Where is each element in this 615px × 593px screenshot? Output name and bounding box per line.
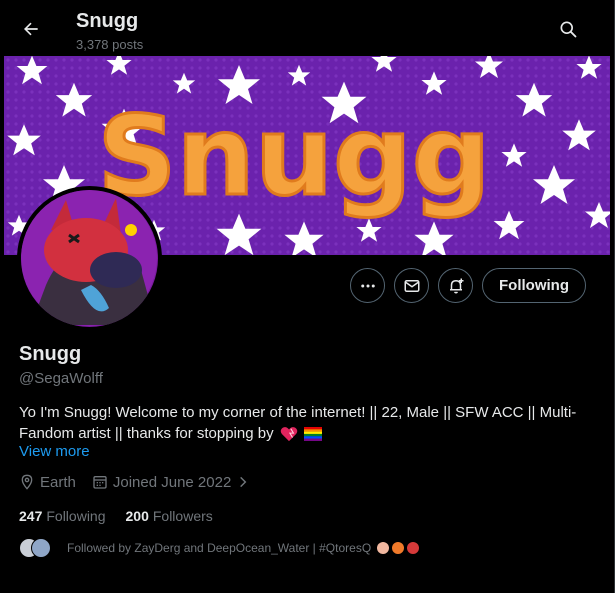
follower-avatar	[31, 538, 51, 558]
followers-count: 200	[125, 508, 149, 524]
profile-meta: Earth Joined June 2022	[19, 472, 266, 492]
display-name: Snugg	[19, 343, 82, 365]
follow-stats: 247 Following 200 Followers	[19, 508, 233, 524]
avatar-artwork	[21, 190, 158, 327]
location: Earth	[19, 474, 76, 491]
followed-by-row[interactable]: Followed by ZayDerg and DeepOcean_Water …	[19, 537, 420, 559]
chevron-right-icon	[240, 476, 247, 488]
mail-icon	[404, 279, 419, 292]
following-stat[interactable]: 247 Following	[19, 508, 106, 524]
followers-stat[interactable]: 200 Followers	[126, 508, 213, 524]
location-pin-icon	[21, 474, 33, 490]
profile-page: Snugg 3,378 posts Snugg Following Snugg …	[0, 0, 615, 593]
handle: @SegaWolff	[19, 370, 103, 387]
post-count: 3,378 posts	[76, 37, 144, 52]
join-date-text: Joined June 2022	[112, 473, 232, 491]
message-button[interactable]	[394, 268, 429, 303]
following-button[interactable]: Following	[482, 268, 586, 303]
calendar-icon	[93, 476, 107, 489]
location-text: Earth	[40, 473, 76, 491]
search-icon	[560, 21, 577, 38]
following-label: Following	[46, 508, 106, 524]
search-button[interactable]	[552, 13, 584, 45]
bio-line-2: Fandom artist || thanks for stopping by	[19, 425, 274, 442]
bio: Yo I'm Snugg! Welcome to my corner of th…	[19, 402, 599, 444]
fox-emoji-icon	[392, 542, 405, 554]
arrow-left-icon	[24, 22, 38, 36]
more-dots-icon	[360, 284, 375, 287]
rainbow-flag-icon	[303, 426, 322, 441]
heart-emoji-icon	[280, 426, 298, 442]
follower-avatars	[19, 537, 59, 559]
followers-label: Followers	[152, 508, 213, 524]
face-emoji-icon	[377, 542, 390, 554]
notify-button[interactable]	[438, 268, 473, 303]
followed-by-text: Followed by ZayDerg and DeepOcean_Water …	[67, 541, 372, 555]
bird-emoji-icon	[407, 542, 420, 554]
header-name: Snugg	[76, 10, 139, 32]
back-button[interactable]	[14, 12, 48, 46]
bio-line-2-wrap: Fandom artist || thanks for stopping by	[19, 423, 599, 444]
view-more-link[interactable]: View more	[19, 443, 90, 460]
bell-plus-icon	[449, 278, 463, 293]
following-count: 247	[19, 508, 43, 524]
followed-by-text-wrap: Followed by ZayDerg and DeepOcean_Water …	[67, 541, 420, 555]
bio-line-1: Yo I'm Snugg! Welcome to my corner of th…	[19, 404, 577, 421]
top-bar: Snugg 3,378 posts	[0, 0, 614, 56]
join-date[interactable]: Joined June 2022	[92, 474, 250, 491]
banner-logo-text: Snugg	[97, 92, 490, 220]
avatar[interactable]	[17, 186, 162, 331]
more-button[interactable]	[350, 268, 385, 303]
